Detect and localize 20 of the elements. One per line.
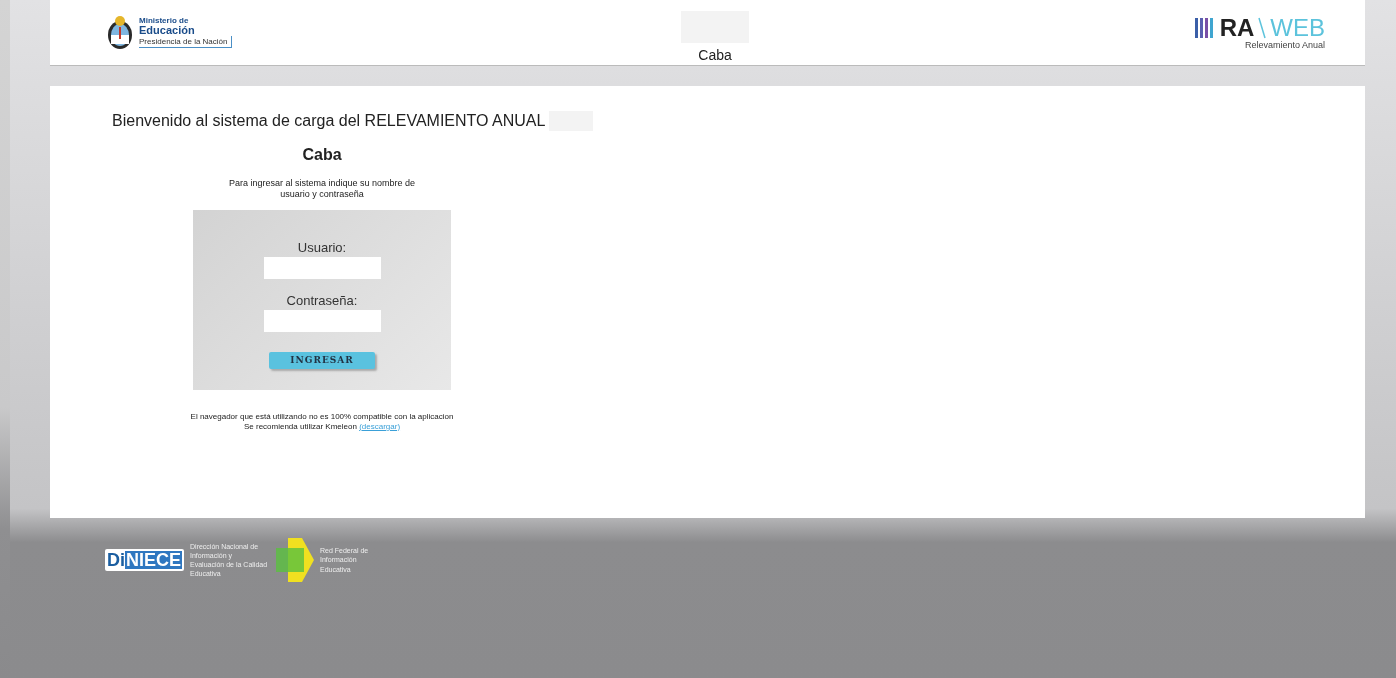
bars-icon — [1193, 17, 1216, 38]
slash-icon — [1258, 16, 1267, 39]
brand-subtitle: Relevamiento Anual — [1244, 39, 1325, 50]
brand-mark: RA — [1219, 15, 1255, 40]
ministry-name: Educación — [139, 25, 196, 36]
welcome-text: Bienvenido al sistema de carga del RELEVAMIENTO ANUAL — [112, 112, 546, 130]
username-field[interactable] — [263, 256, 381, 279]
diniece-logo: DiNIECE — [105, 549, 184, 571]
coat-of-arms-icon — [105, 14, 135, 51]
instructions-text: Para ingresar al sistema indique su nombre de usuario y contraseña — [227, 178, 417, 200]
jurisdiction-title: Caba — [302, 146, 342, 164]
header-title: Caba — [698, 46, 732, 63]
brand-word: WEB — [1270, 15, 1325, 40]
field-label: Usuario: — [297, 239, 347, 255]
password-field[interactable] — [263, 309, 381, 332]
ministry-text: Ministerio de — [139, 17, 190, 25]
presidency-text: Presidencia de la Nación — [139, 36, 232, 48]
login-button[interactable]: INGRESAR — [269, 351, 375, 369]
browser-notice: El navegador que está utilizando no es 100% compatible con la aplicacion Se recomienda utilizar Kmeleon (descargar) — [190, 411, 454, 432]
field-label: Contraseña: — [286, 292, 358, 308]
